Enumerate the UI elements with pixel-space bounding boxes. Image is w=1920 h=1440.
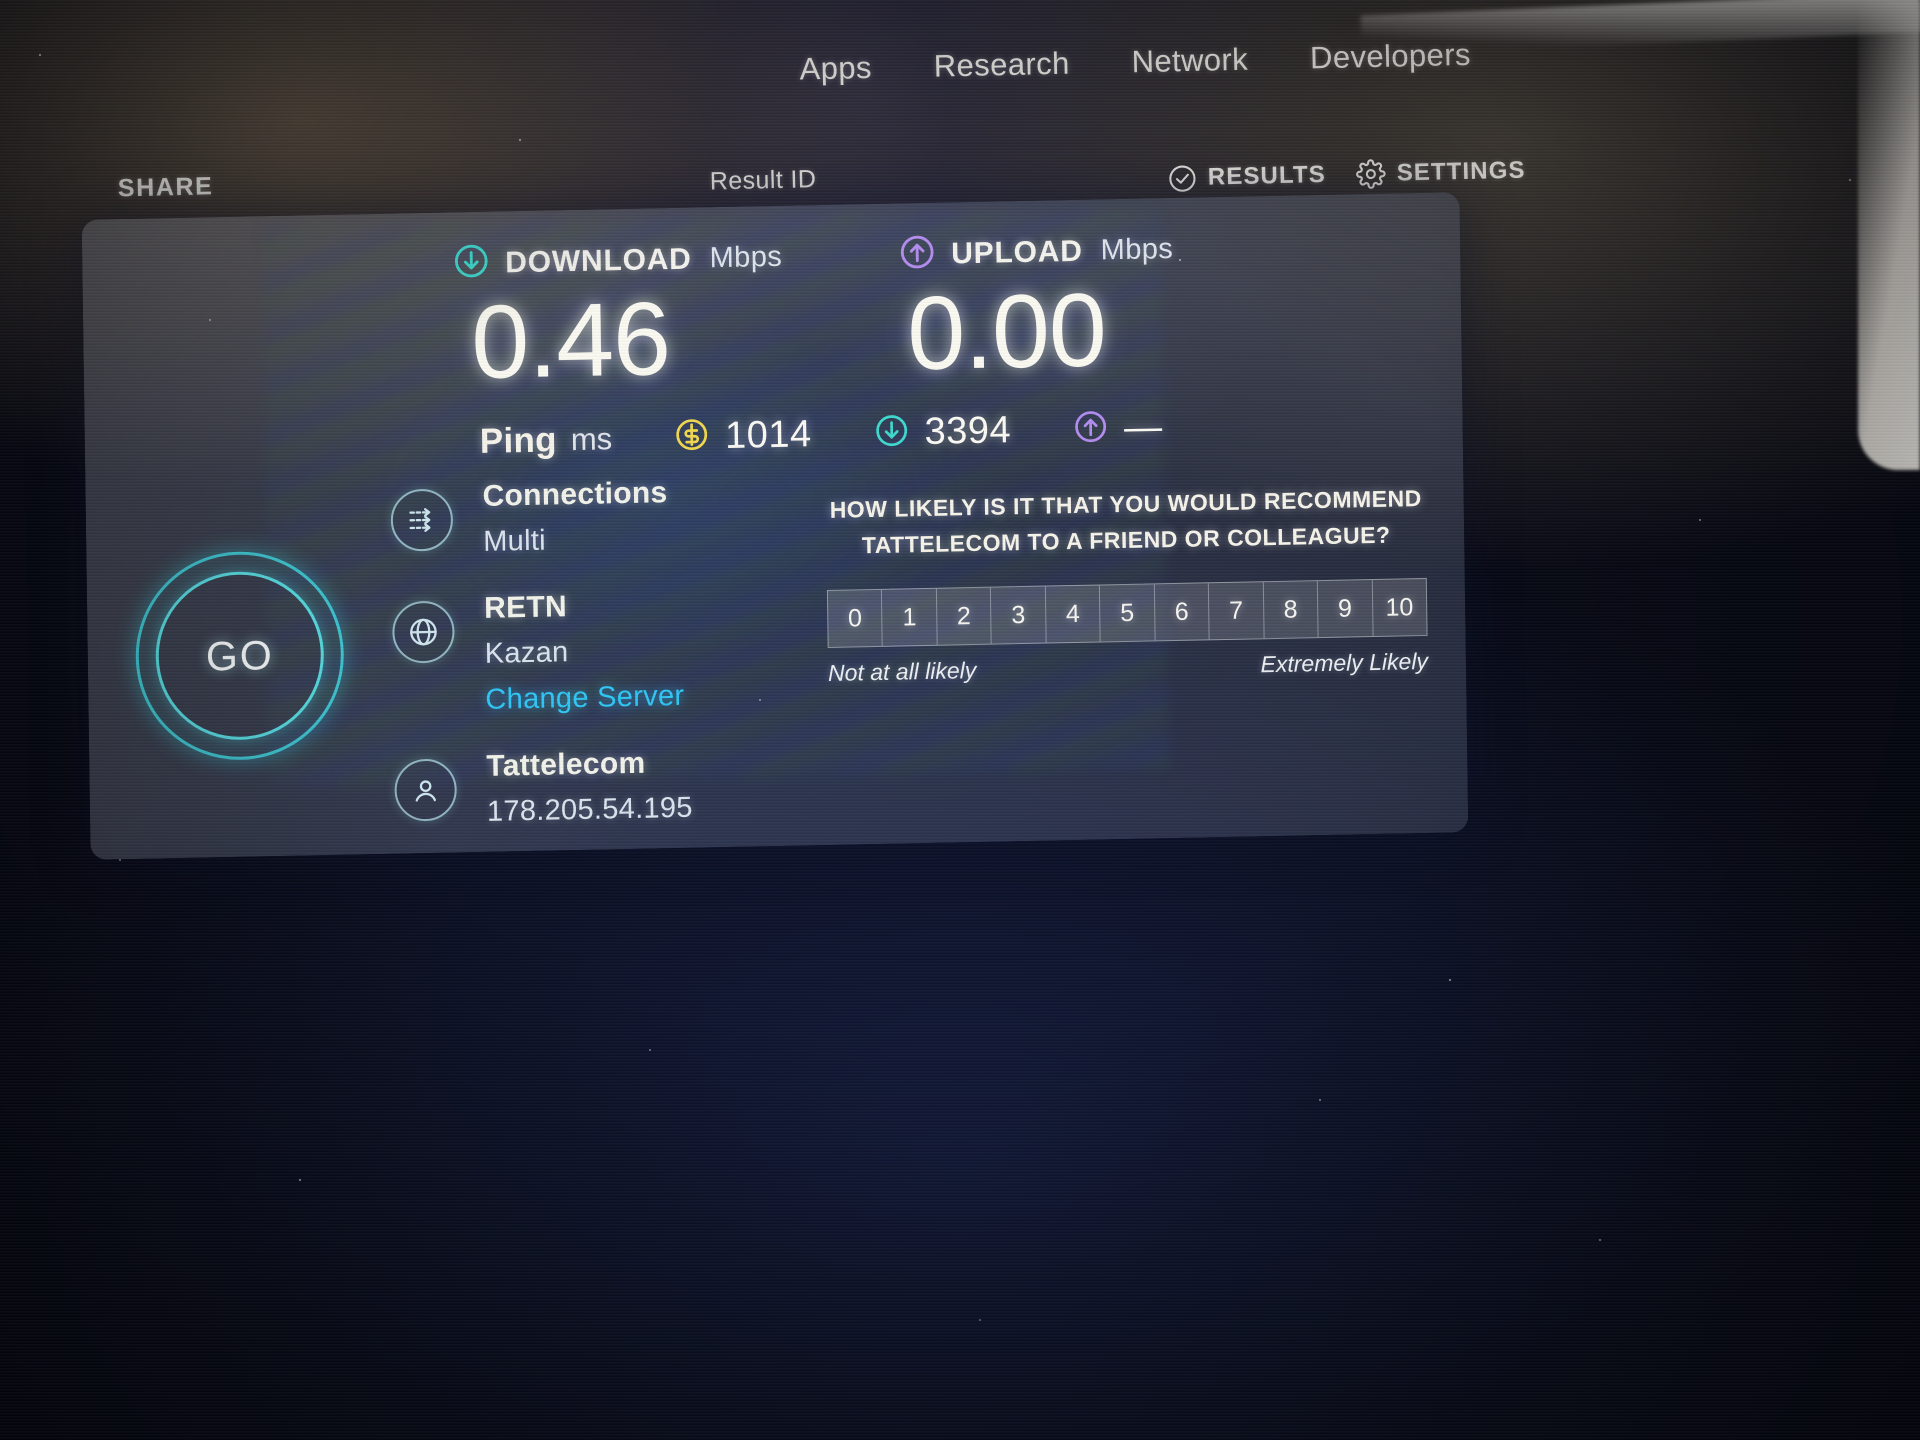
isp-row[interactable]: Tattelecom 178.205.54.195 bbox=[394, 743, 816, 860]
nps-option-3[interactable]: 3 bbox=[991, 586, 1047, 644]
download-latency-icon bbox=[873, 412, 910, 454]
nps-option-8[interactable]: 8 bbox=[1263, 581, 1319, 639]
window-light-glare bbox=[1858, 0, 1920, 470]
ping-label: Ping bbox=[479, 419, 558, 461]
download-result: DOWNLOAD Mbps 0.46 bbox=[412, 235, 844, 402]
nav-research[interactable]: Research bbox=[933, 46, 1070, 85]
download-latency-value: 3394 bbox=[924, 409, 1012, 453]
monitor-photo-screen: Apps Research Network Developers SHARE R… bbox=[0, 0, 1920, 1440]
settings-button[interactable]: SETTINGS bbox=[1355, 156, 1526, 190]
download-arrow-icon bbox=[452, 242, 491, 286]
upload-result: UPLOAD Mbps 0.00 bbox=[842, 226, 1274, 393]
ping-results-row: Ping ms 1014 3394 — bbox=[479, 406, 1163, 463]
ping-upload: — bbox=[1073, 406, 1163, 451]
server-row[interactable]: RETN Kazan Change Server bbox=[392, 585, 814, 751]
nps-low-label: Not at all likely bbox=[827, 657, 977, 687]
nps-option-2[interactable]: 2 bbox=[936, 587, 993, 646]
download-caption: DOWNLOAD bbox=[505, 242, 692, 279]
nav-apps[interactable]: Apps bbox=[799, 50, 872, 88]
ping-download: 3394 bbox=[873, 409, 1011, 455]
connection-info-list: Connections Multi RETN Kazan Change Serv… bbox=[390, 473, 815, 860]
person-icon bbox=[394, 758, 458, 822]
nps-question: HOW LIKELY IS IT THAT YOU WOULD RECOMMEN… bbox=[826, 481, 1427, 564]
connections-row[interactable]: Connections Multi bbox=[390, 473, 811, 593]
nps-high-label: Extremely Likely bbox=[1260, 648, 1429, 678]
nps-option-9[interactable]: 9 bbox=[1317, 580, 1374, 638]
upload-unit: Mbps bbox=[1100, 232, 1174, 267]
upload-latency-value: — bbox=[1123, 406, 1163, 449]
check-circle-icon bbox=[1168, 163, 1198, 193]
result-id-link[interactable]: Result ID bbox=[710, 165, 817, 196]
idle-latency-value: 1014 bbox=[724, 413, 812, 457]
nps-option-5[interactable]: 5 bbox=[1100, 584, 1156, 642]
go-button-label: GO bbox=[205, 631, 274, 679]
upload-latency-icon bbox=[1073, 408, 1110, 450]
nps-scale[interactable]: 0 1 2 3 4 5 6 7 8 9 10 bbox=[826, 578, 1428, 649]
nps-option-10[interactable]: 10 bbox=[1372, 579, 1426, 636]
settings-label: SETTINGS bbox=[1396, 156, 1526, 187]
nps-survey: HOW LIKELY IS IT THAT YOU WOULD RECOMMEN… bbox=[826, 481, 1429, 687]
download-unit: Mbps bbox=[709, 240, 783, 275]
isp-name: Tattelecom bbox=[486, 746, 646, 783]
speedtest-result-card: DOWNLOAD Mbps 0.46 UPLOAD Mbps 0.00 Ping… bbox=[81, 192, 1469, 860]
ip-address-value: 178.205.54.195 bbox=[486, 791, 693, 828]
ping-unit: ms bbox=[570, 420, 613, 457]
nps-scale-labels: Not at all likely Extremely Likely bbox=[828, 648, 1428, 687]
connections-title: Connections bbox=[482, 476, 668, 513]
change-server-link[interactable]: Change Server bbox=[485, 680, 684, 717]
globe-icon bbox=[392, 600, 455, 664]
connections-arrows-icon bbox=[390, 488, 454, 552]
download-value: 0.46 bbox=[470, 281, 671, 402]
speed-results-row: DOWNLOAD Mbps 0.46 UPLOAD Mbps 0.00 bbox=[412, 223, 1424, 402]
server-name: RETN bbox=[483, 590, 568, 625]
nps-option-1[interactable]: 1 bbox=[882, 589, 938, 647]
upload-arrow-icon bbox=[898, 233, 937, 277]
go-button[interactable]: GO bbox=[134, 549, 346, 762]
top-navigation: Apps Research Network Developers bbox=[0, 27, 1920, 149]
results-label: RESULTS bbox=[1207, 161, 1327, 191]
nav-network[interactable]: Network bbox=[1131, 42, 1248, 81]
nps-option-7[interactable]: 7 bbox=[1209, 582, 1265, 640]
idle-latency-icon bbox=[674, 416, 711, 458]
connections-value: Multi bbox=[482, 524, 547, 558]
nps-option-0[interactable]: 0 bbox=[827, 590, 884, 648]
upload-caption: UPLOAD bbox=[950, 234, 1083, 270]
results-button[interactable]: RESULTS bbox=[1168, 161, 1327, 193]
nps-option-6[interactable]: 6 bbox=[1154, 583, 1210, 641]
ping-idle: 1014 bbox=[674, 413, 812, 459]
nps-option-4[interactable]: 4 bbox=[1045, 585, 1101, 643]
share-button[interactable]: SHARE bbox=[118, 172, 214, 203]
upload-value: 0.00 bbox=[906, 272, 1107, 393]
server-location: Kazan bbox=[484, 636, 569, 670]
gear-icon bbox=[1355, 159, 1386, 190]
toolbar-right-controls: RESULTS SETTINGS bbox=[1168, 156, 1526, 194]
